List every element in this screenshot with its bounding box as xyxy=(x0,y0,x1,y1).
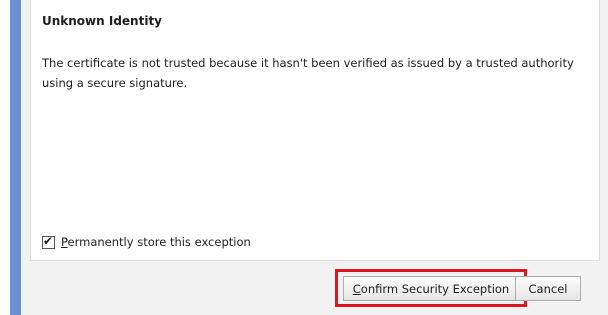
permanent-store-option[interactable]: ✔ Permanently store this exception xyxy=(42,234,251,250)
permanent-store-checkbox[interactable]: ✔ xyxy=(42,233,55,249)
red-highlight-box xyxy=(335,269,527,307)
cancel-button[interactable]: Cancel xyxy=(515,276,581,301)
security-exception-dialog-window: Unknown Identity The certificate is not … xyxy=(0,0,608,315)
permanent-store-label[interactable]: Permanently store this exception xyxy=(61,235,251,249)
dialog-body: Unknown Identity The certificate is not … xyxy=(21,0,608,315)
panel-description: The certificate is not trusted because i… xyxy=(42,56,574,90)
panel-title: Unknown Identity xyxy=(42,14,163,28)
checkmark-icon: ✔ xyxy=(43,233,54,248)
permanent-store-label-text: ermanently store this exception xyxy=(67,235,251,249)
window-left-border xyxy=(10,0,21,315)
certificate-status-panel: Unknown Identity The certificate is not … xyxy=(30,0,600,261)
